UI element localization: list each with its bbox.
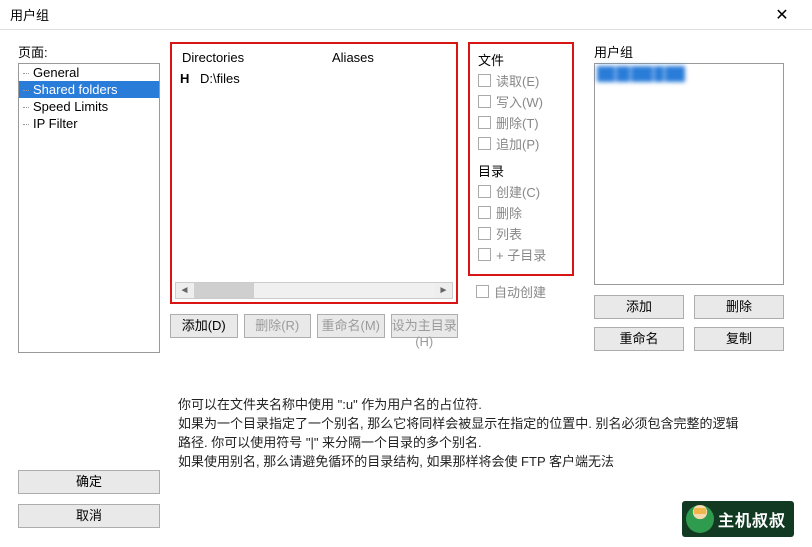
perm-dir-list[interactable]: 列表 (478, 224, 564, 243)
group-rename-button[interactable]: 重命名 (594, 327, 684, 351)
groups-label: 用户组 (594, 42, 784, 61)
checkbox-icon[interactable] (476, 285, 489, 298)
perm-dir-subdirs[interactable]: + 子目录 (478, 245, 564, 264)
dir-rename-button[interactable]: 重命名(M) (317, 314, 385, 338)
page-item-shared-folders[interactable]: Shared folders (19, 81, 159, 98)
directories-buttons-row: 添加(D) 删除(R) 重命名(M) 设为主目录(H) (170, 314, 458, 338)
groups-list[interactable] (594, 63, 784, 285)
perm-dir-list-label: 列表 (496, 224, 522, 243)
checkbox-icon[interactable] (478, 137, 491, 150)
dir-remove-button[interactable]: 删除(R) (244, 314, 312, 338)
perm-dir-create[interactable]: 创建(C) (478, 182, 564, 201)
group-copy-button[interactable]: 复制 (694, 327, 784, 351)
permissions-panel: 文件 读取(E) 写入(W) 删除(T) 追加(P) 目录 创建(C) 删除 列… (468, 42, 574, 353)
mascot-icon (686, 505, 714, 533)
directories-rows[interactable]: H D:\files (172, 67, 456, 278)
pages-list[interactable]: General Shared folders Speed Limits IP F… (18, 63, 160, 353)
scroll-right-icon[interactable]: ► (435, 283, 452, 298)
checkbox-icon[interactable] (478, 227, 491, 240)
perm-file-write[interactable]: 写入(W) (478, 92, 564, 111)
info-line2: 如果为一个目录指定了一个别名, 那么它将同样会被显示在指定的位置中. 别名必须包… (178, 415, 748, 453)
directories-header: Directories Aliases (172, 44, 456, 67)
home-indicator: H (180, 71, 200, 86)
dialog-buttons: 确定 取消 (18, 470, 160, 528)
checkbox-icon[interactable] (478, 185, 491, 198)
scroll-left-icon[interactable]: ◄ (176, 283, 193, 298)
perm-auto-create[interactable]: 自动创建 (476, 282, 574, 301)
checkbox-icon[interactable] (478, 206, 491, 219)
perm-file-append[interactable]: 追加(P) (478, 134, 564, 153)
perm-file-append-label: 追加(P) (496, 134, 539, 153)
directories-box: Directories Aliases H D:\files ◄ ► (170, 42, 458, 304)
groups-buttons: 添加 删除 重命名 复制 (594, 295, 784, 351)
pages-panel: 页面: General Shared folders Speed Limits … (18, 42, 160, 353)
dir-sethome-button[interactable]: 设为主目录(H) (391, 314, 459, 338)
shared-folders-panel: Directories Aliases H D:\files ◄ ► 添加(D)… (170, 42, 458, 353)
groups-panel: 用户组 添加 删除 重命名 复制 (594, 42, 784, 353)
page-item-ip-filter[interactable]: IP Filter (19, 115, 159, 132)
titlebar: 用户组 ✕ (0, 0, 812, 30)
close-icon[interactable]: ✕ (762, 5, 802, 25)
group-add-button[interactable]: 添加 (594, 295, 684, 319)
perm-auto-create-label: 自动创建 (494, 282, 546, 301)
pages-label: 页面: (18, 42, 160, 61)
perm-dir-delete-label: 删除 (496, 203, 522, 222)
perm-file-write-label: 写入(W) (496, 92, 543, 111)
scroll-thumb[interactable] (194, 283, 254, 298)
perm-dir-create-label: 创建(C) (496, 182, 540, 201)
info-line1: 你可以在文件夹名称中使用 ":u" 作为用户名的占位符. (178, 396, 748, 415)
perm-file-read-label: 读取(E) (496, 71, 539, 90)
page-item-general[interactable]: General (19, 64, 159, 81)
checkbox-icon[interactable] (478, 116, 491, 129)
perm-dir-subdirs-label: + 子目录 (496, 245, 546, 264)
col-directories-label: Directories (182, 50, 332, 65)
checkbox-icon[interactable] (478, 248, 491, 261)
ok-button[interactable]: 确定 (18, 470, 160, 494)
perm-file-read[interactable]: 读取(E) (478, 71, 564, 90)
dir-perm-label: 目录 (478, 161, 564, 180)
info-line3: 如果使用别名, 那么请避免循环的目录结构, 如果那样将会使 FTP 客户端无法 (178, 453, 748, 472)
perm-dir-delete[interactable]: 删除 (478, 203, 564, 222)
watermark-text: 主机叔叔 (718, 507, 786, 531)
col-aliases-label: Aliases (332, 50, 446, 65)
dir-add-button[interactable]: 添加(D) (170, 314, 238, 338)
perm-file-delete-label: 删除(T) (496, 113, 539, 132)
group-item-selected[interactable] (597, 66, 781, 84)
permissions-box: 文件 读取(E) 写入(W) 删除(T) 追加(P) 目录 创建(C) 删除 列… (468, 42, 574, 276)
directory-path: D:\files (200, 71, 240, 86)
checkbox-icon[interactable] (478, 74, 491, 87)
dialog-body: 页面: General Shared folders Speed Limits … (0, 30, 812, 353)
perm-file-delete[interactable]: 删除(T) (478, 113, 564, 132)
info-text: 你可以在文件夹名称中使用 ":u" 作为用户名的占位符. 如果为一个目录指定了一… (178, 396, 748, 471)
file-perm-label: 文件 (478, 50, 564, 69)
cancel-button[interactable]: 取消 (18, 504, 160, 528)
directories-hscrollbar[interactable]: ◄ ► (175, 282, 453, 299)
page-item-speed-limits[interactable]: Speed Limits (19, 98, 159, 115)
window-title: 用户组 (10, 5, 49, 24)
group-remove-button[interactable]: 删除 (694, 295, 784, 319)
directory-row[interactable]: H D:\files (180, 71, 448, 86)
checkbox-icon[interactable] (478, 95, 491, 108)
watermark-badge: 主机叔叔 (682, 501, 794, 537)
group-item-blurred (597, 66, 692, 82)
